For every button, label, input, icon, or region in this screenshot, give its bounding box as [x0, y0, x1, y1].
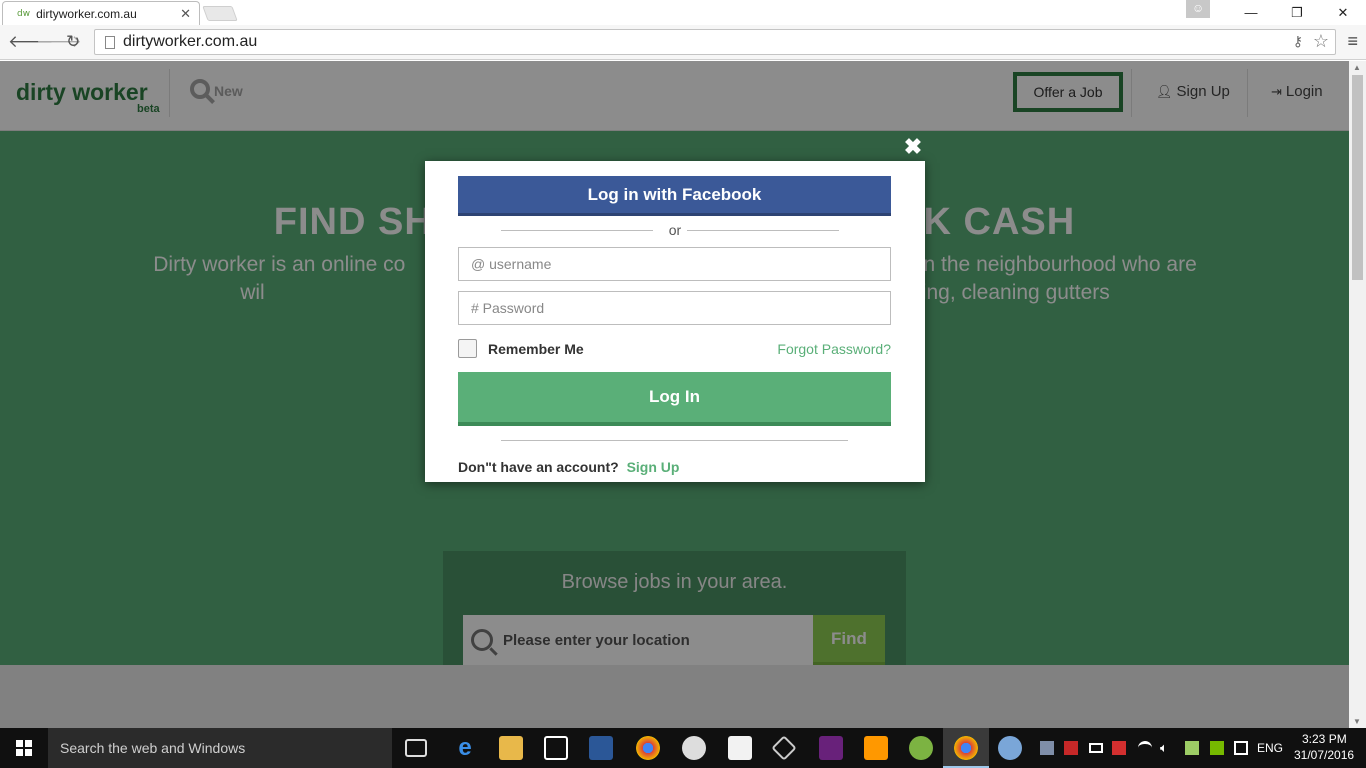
chrome-icon[interactable] — [954, 736, 978, 760]
start-button[interactable] — [0, 728, 48, 768]
address-bar[interactable]: dirtyworker.com.au ⚷ ☆ — [94, 29, 1336, 55]
remember-me-checkbox[interactable] — [458, 339, 477, 358]
language-indicator[interactable]: ENG — [1257, 741, 1283, 755]
chrome-icon[interactable] — [636, 736, 660, 760]
visual-studio-icon[interactable] — [819, 736, 843, 760]
edge-icon[interactable]: e — [453, 736, 477, 760]
bookmark-star-icon[interactable]: ☆ — [1313, 31, 1329, 52]
facebook-login-button[interactable]: Log in with Facebook — [458, 176, 891, 216]
tab-title: dirtyworker.com.au — [36, 6, 137, 21]
taskbar-search[interactable]: Search the web and Windows — [48, 728, 392, 768]
password-input[interactable] — [458, 291, 891, 325]
store-icon[interactable] — [544, 736, 568, 760]
clock-time[interactable]: 3:23 PM — [1302, 732, 1347, 746]
remember-me-label: Remember Me — [488, 340, 584, 357]
window-controls: — ❐ ✕ — [1186, 0, 1366, 25]
minimize-button[interactable]: — — [1228, 0, 1274, 25]
volume-icon[interactable]: 🔈︎ — [1160, 741, 1174, 755]
app-icon[interactable] — [682, 736, 706, 760]
battery-icon[interactable] — [1089, 743, 1103, 753]
tab-close-icon[interactable]: ✕ — [180, 6, 191, 22]
browser-tabstrip: dw dirtyworker.com.au ✕ — ❐ ✕ — [0, 0, 1366, 25]
remember-me[interactable]: Remember Me — [458, 339, 584, 358]
word-icon[interactable] — [589, 736, 613, 760]
url-text: dirtyworker.com.au — [123, 33, 258, 50]
wifi-icon[interactable] — [1138, 741, 1152, 755]
sublime-icon[interactable] — [864, 736, 888, 760]
app-grid-icon[interactable] — [728, 736, 752, 760]
signup-prompt: Don"t have an account? Sign Up — [458, 459, 679, 475]
favicon-icon: dw — [17, 8, 31, 19]
profile-icon[interactable] — [1186, 0, 1210, 18]
task-view-icon[interactable] — [405, 739, 427, 757]
close-window-button[interactable]: ✕ — [1320, 0, 1366, 25]
tray-app-icon[interactable] — [1040, 741, 1054, 755]
windows-logo-icon — [16, 740, 32, 756]
scroll-down-icon[interactable]: ▼ — [1353, 717, 1361, 726]
key-icon[interactable]: ⚷ — [1293, 33, 1303, 50]
browser-toolbar: 🡐 🡒 ↻ dirtyworker.com.au ⚷ ☆ ≡ — [0, 25, 1366, 60]
scrollbar-thumb[interactable] — [1352, 75, 1363, 280]
username-input[interactable] — [458, 247, 891, 281]
unity-icon[interactable] — [771, 735, 797, 761]
new-tab-button[interactable] — [202, 6, 238, 21]
action-center-icon[interactable] — [1234, 741, 1248, 755]
acrobat-tray-icon[interactable] — [1064, 741, 1078, 755]
paint-icon[interactable] — [998, 736, 1022, 760]
clock-date[interactable]: 31/07/2016 — [1294, 748, 1354, 762]
menu-icon[interactable]: ≡ — [1347, 31, 1358, 52]
windows-taskbar: Search the web and Windows e 🔈︎ ENG 3:23… — [0, 728, 1366, 768]
restore-button[interactable]: ❐ — [1274, 0, 1320, 25]
divider-line — [687, 230, 839, 231]
file-explorer-icon[interactable] — [499, 736, 523, 760]
login-submit-button[interactable]: Log In — [458, 372, 891, 426]
page-icon — [105, 35, 115, 49]
browser-tab[interactable]: dw dirtyworker.com.au ✕ — [2, 1, 200, 25]
reload-icon[interactable]: ↻ — [66, 32, 80, 52]
modal-close-icon[interactable]: ✖ — [903, 136, 923, 158]
tray-alert-icon[interactable] — [1112, 741, 1126, 755]
modal-sign-up-link[interactable]: Sign Up — [627, 459, 680, 475]
android-studio-icon[interactable] — [909, 736, 933, 760]
tray-sync-icon[interactable] — [1185, 741, 1199, 755]
scroll-up-icon[interactable]: ▲ — [1353, 63, 1361, 72]
divider-line — [501, 440, 848, 441]
forgot-password-link[interactable]: Forgot Password? — [777, 341, 891, 357]
page-scrollbar[interactable]: ▲ ▼ — [1349, 61, 1366, 728]
login-modal: Log in with Facebook or Remember Me Forg… — [425, 161, 925, 482]
or-separator: or — [668, 222, 682, 238]
nvidia-icon[interactable] — [1210, 741, 1224, 755]
no-account-text: Don"t have an account? — [458, 459, 619, 475]
